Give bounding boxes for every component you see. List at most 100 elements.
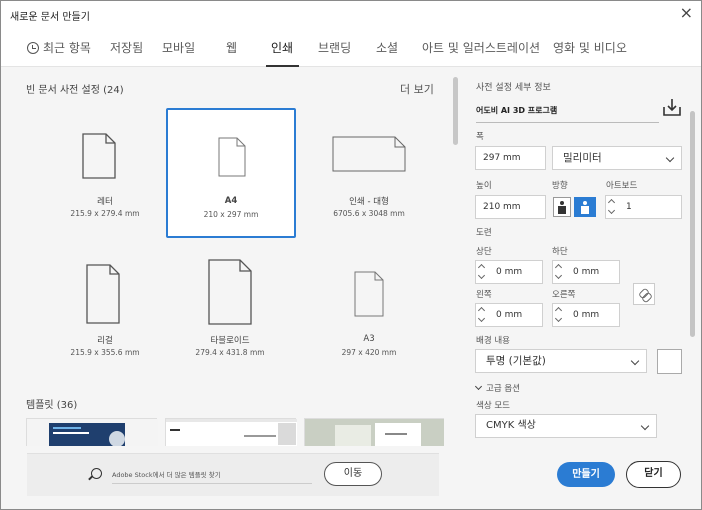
- color-mode-label: 색상 모드: [476, 401, 510, 411]
- preset-size: 215.9 x 355.6 mm: [70, 348, 140, 357]
- template-preview-image: [305, 419, 444, 446]
- stock-search-bar: Adobe Stock에서 더 많은 템플릿 찾기 이동: [27, 453, 439, 496]
- color-mode-dropdown[interactable]: CMYK 색상: [475, 414, 657, 438]
- stepper-icon[interactable]: [555, 306, 563, 324]
- window-title: 새로운 문서 만들기: [10, 12, 90, 23]
- document-icon: [208, 259, 252, 325]
- stock-search-input[interactable]: Adobe Stock에서 더 많은 템플릿 찾기: [112, 469, 312, 484]
- document-icon: [218, 137, 246, 177]
- preset-tabloid[interactable]: 타블로이드 279.4 x 431.8 mm: [166, 248, 294, 376]
- background-color-swatch[interactable]: [657, 349, 682, 374]
- close-button[interactable]: 닫기: [626, 461, 681, 488]
- tab-film-video[interactable]: 영화 및 비디오: [553, 39, 627, 56]
- width-input[interactable]: 297 mm: [475, 146, 546, 170]
- artboards-input[interactable]: 1: [605, 195, 682, 219]
- tab-branding[interactable]: 브랜딩: [318, 39, 351, 56]
- tab-mobile[interactable]: 모바일: [162, 39, 195, 56]
- preset-name: 레터: [97, 197, 113, 207]
- stepper-icon[interactable]: [478, 306, 486, 324]
- details-header: 사전 설정 세부 정보: [476, 83, 551, 93]
- bleed-bottom-input[interactable]: 0 mm: [552, 260, 620, 284]
- preset-name: 리걸: [97, 336, 113, 346]
- landscape-button[interactable]: [574, 197, 596, 217]
- portrait-button[interactable]: [553, 197, 571, 217]
- document-icon: [354, 271, 384, 317]
- document-icon: [82, 133, 116, 179]
- height-label: 높이: [476, 181, 492, 191]
- preset-size: 279.4 x 431.8 mm: [195, 348, 265, 357]
- units-dropdown[interactable]: 밀리미터: [552, 146, 682, 170]
- width-label: 폭: [476, 132, 484, 142]
- chevron-down-icon: [474, 382, 483, 391]
- bleed-right-label: 오른쪽: [552, 290, 576, 300]
- bleed-top-input[interactable]: 0 mm: [475, 260, 543, 284]
- preset-size: 215.9 x 279.4 mm: [70, 209, 140, 218]
- preset-size: 210 x 297 mm: [203, 210, 259, 219]
- chevron-down-icon: [630, 356, 640, 366]
- category-tabs: 최근 항목 저장됨 모바일 웹 인쇄 브랜딩 소셜 아트 및 일러스트레이션 영…: [1, 27, 701, 67]
- tab-label: 최근 항목: [43, 41, 91, 55]
- templates-strip: [26, 418, 444, 446]
- template-preview-image: [27, 419, 158, 446]
- bleed-left-value: 0 mm: [496, 310, 523, 320]
- bleed-left-input[interactable]: 0 mm: [475, 303, 543, 327]
- orientation-label: 방향: [552, 181, 568, 191]
- landscape-icon: [581, 201, 589, 214]
- title-bar: 새로운 문서 만들기 ×: [1, 1, 701, 27]
- preset-size: 297 x 420 mm: [341, 348, 397, 357]
- preset-name-field[interactable]: 어도비 AI 3D 프로그램: [476, 105, 659, 123]
- tab-web[interactable]: 웹: [226, 39, 237, 56]
- new-document-dialog: 새로운 문서 만들기 × 최근 항목 저장됨 모바일 웹 인쇄 브랜딩 소셜 아…: [0, 0, 702, 510]
- presets-section-title: 빈 문서 사전 설정 (24): [26, 85, 124, 96]
- go-button[interactable]: 이동: [324, 462, 382, 486]
- chevron-down-icon: [640, 421, 650, 431]
- preset-print-large[interactable]: 인쇄 - 대형 6705.6 x 3048 mm: [305, 109, 433, 237]
- portrait-icon: [558, 201, 566, 214]
- template-thumbnail[interactable]: [26, 418, 158, 446]
- stepper-icon[interactable]: [478, 263, 486, 281]
- height-value: 210 mm: [483, 202, 521, 212]
- bleed-right-input[interactable]: 0 mm: [552, 303, 620, 327]
- preset-letter[interactable]: 레터 215.9 x 279.4 mm: [41, 109, 169, 237]
- preset-name: 타블로이드: [210, 336, 250, 346]
- template-thumbnail[interactable]: [304, 418, 444, 446]
- background-dropdown[interactable]: 투명 (기본값): [475, 349, 647, 373]
- presets-panel: 빈 문서 사전 설정 (24) 더 보기 레터 215.9 x 279.4 mm…: [8, 68, 448, 501]
- link-bleed-icon[interactable]: [633, 283, 655, 305]
- create-button[interactable]: 만들기: [557, 462, 615, 487]
- details-scroll-thumb[interactable]: [690, 111, 695, 337]
- stepper-icon[interactable]: [555, 263, 563, 281]
- bleed-bottom-value: 0 mm: [573, 267, 600, 277]
- advanced-options-toggle[interactable]: 고급 옵션: [474, 382, 520, 394]
- close-icon[interactable]: ×: [680, 4, 693, 22]
- preset-name: A3: [363, 334, 375, 344]
- document-icon: [86, 264, 120, 324]
- preset-legal[interactable]: 리걸 215.9 x 355.6 mm: [41, 248, 169, 376]
- height-input[interactable]: 210 mm: [475, 195, 546, 219]
- save-preset-icon[interactable]: [663, 98, 681, 116]
- template-preview-image: [166, 419, 297, 446]
- units-value: 밀리미터: [563, 152, 602, 164]
- chevron-down-icon: [665, 153, 675, 163]
- preset-a3[interactable]: A3 297 x 420 mm: [305, 248, 433, 376]
- bleed-label: 도련: [476, 228, 492, 238]
- color-mode-value: CMYK 색상: [486, 420, 536, 431]
- templates-section-title: 템플릿 (36): [26, 400, 78, 411]
- preset-a4[interactable]: A4 210 x 297 mm: [166, 108, 296, 238]
- preset-name: A4: [224, 196, 238, 206]
- stepper-icon[interactable]: [608, 198, 616, 216]
- presets-scroll-thumb[interactable]: [453, 77, 458, 145]
- tab-social[interactable]: 소셜: [376, 39, 398, 56]
- tab-print[interactable]: 인쇄: [271, 39, 293, 56]
- tab-recent[interactable]: 최근 항목: [27, 39, 91, 56]
- clock-icon: [27, 42, 39, 54]
- bleed-left-label: 왼쪽: [476, 290, 492, 300]
- bleed-top-value: 0 mm: [496, 267, 523, 277]
- search-icon: [91, 468, 102, 479]
- view-more-link[interactable]: 더 보기: [400, 81, 434, 97]
- template-thumbnail[interactable]: [165, 418, 297, 446]
- bleed-top-label: 상단: [476, 247, 492, 257]
- background-value: 투명 (기본값): [486, 355, 546, 367]
- tab-art-illustration[interactable]: 아트 및 일러스트레이션: [422, 39, 540, 56]
- tab-saved[interactable]: 저장됨: [110, 39, 143, 56]
